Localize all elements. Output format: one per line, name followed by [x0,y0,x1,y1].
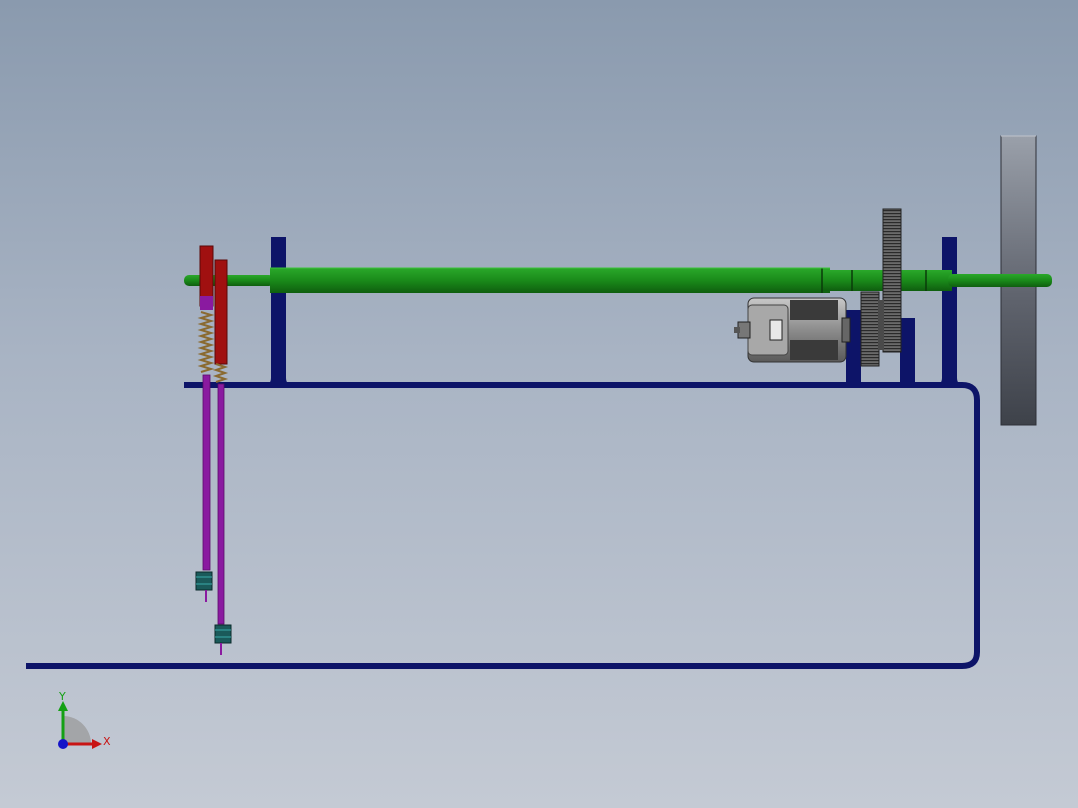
y-axis-label: Y [58,690,66,703]
cad-viewport[interactable]: Y X [0,0,1078,808]
cad-scene[interactable]: Y X [0,0,1078,808]
motor-mount-right[interactable] [900,318,915,385]
drive-shaft[interactable] [184,267,1052,293]
frame-post-right[interactable] [942,237,957,385]
large-gear[interactable] [882,208,902,353]
frame-top-bar[interactable] [26,382,980,669]
dc-motor[interactable] [734,297,851,363]
coordinate-triad[interactable]: Y X [58,690,111,749]
z-axis-dot [58,739,68,749]
pen-arm-2[interactable] [212,259,232,655]
pen-arm-1[interactable] [195,245,215,602]
pinion-gear[interactable] [860,291,880,367]
x-axis-label: X [103,735,111,748]
pen-arms[interactable] [195,245,232,655]
frame-post-left[interactable] [271,237,286,385]
